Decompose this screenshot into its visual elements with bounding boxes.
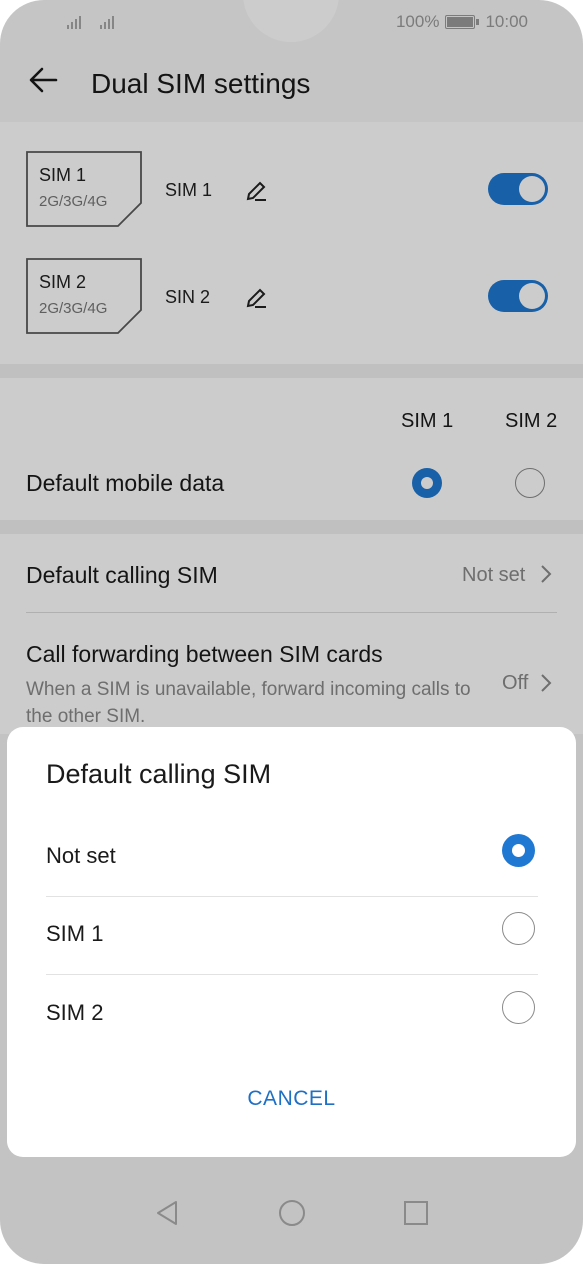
nav-back-icon[interactable] — [152, 1198, 182, 1228]
navigation-bar — [0, 1180, 583, 1264]
cancel-button[interactable]: CANCEL — [7, 1087, 576, 1111]
option-label: Not set — [46, 843, 116, 868]
option-label: SIM 2 — [46, 1000, 104, 1025]
option-sim-2[interactable]: SIM 2 — [46, 976, 538, 1054]
phone-frame: 100% 10:00 Dual SIM settings SIM 1 2G/3G… — [0, 0, 583, 1264]
default-calling-dialog: Default calling SIM Not set SIM 1 SIM 2 … — [7, 727, 576, 1157]
option-divider — [46, 974, 538, 975]
screen: 100% 10:00 Dual SIM settings SIM 1 2G/3G… — [0, 0, 583, 1264]
option-sim-1[interactable]: SIM 1 — [46, 897, 538, 975]
option-radio[interactable] — [502, 912, 535, 945]
nav-home-icon[interactable] — [277, 1198, 307, 1228]
dialog-title: Default calling SIM — [46, 759, 272, 789]
option-radio-selected[interactable] — [502, 834, 535, 867]
option-label: SIM 1 — [46, 921, 104, 946]
option-not-set[interactable]: Not set — [46, 819, 538, 897]
option-radio[interactable] — [502, 991, 535, 1024]
nav-recents-icon[interactable] — [401, 1198, 431, 1228]
